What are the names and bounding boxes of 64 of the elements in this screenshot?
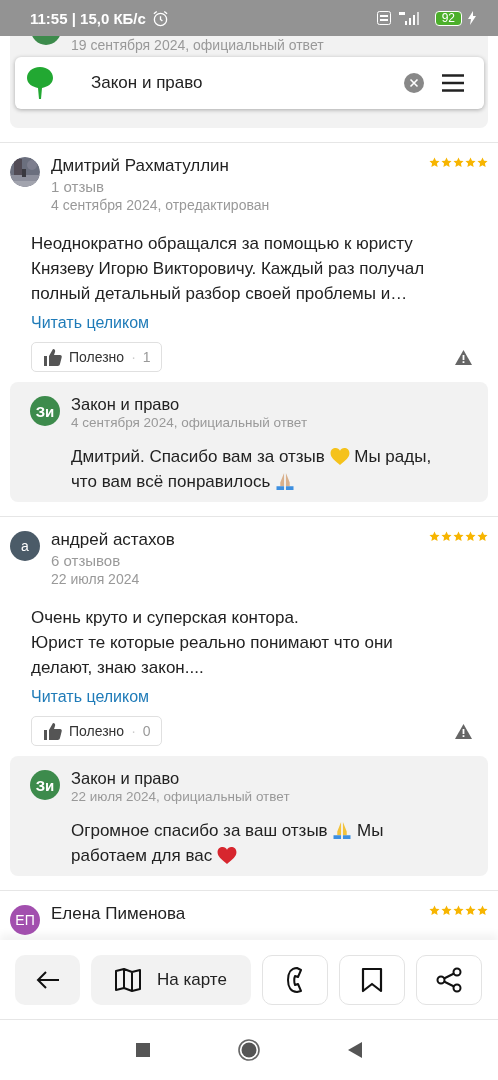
thumbs-up-icon bbox=[44, 722, 62, 740]
charging-icon bbox=[468, 11, 476, 25]
helpful-button[interactable]: Полезно · 1 bbox=[31, 342, 162, 372]
reply-text: Огромное спасибо за ваш отзыв Мы работаем для вас bbox=[71, 820, 385, 867]
star-icon bbox=[453, 531, 464, 542]
avatar: ЕП bbox=[10, 905, 40, 935]
home-icon[interactable] bbox=[238, 1039, 260, 1061]
avatar: Зи bbox=[30, 396, 60, 426]
star-icon bbox=[441, 531, 452, 542]
business-name: Закон и право bbox=[71, 768, 181, 788]
author-name[interactable]: Елена Пименова bbox=[51, 903, 418, 925]
review-count: 1 отзыв bbox=[51, 177, 106, 196]
alarm-icon bbox=[151, 9, 169, 27]
star-icon bbox=[429, 157, 440, 168]
star-icon bbox=[441, 157, 452, 168]
bookmark-button[interactable] bbox=[339, 954, 405, 1005]
clear-icon[interactable] bbox=[404, 73, 424, 93]
search-bar[interactable]: Закон и право bbox=[15, 57, 484, 109]
star-icon bbox=[465, 905, 476, 916]
author-name[interactable]: Дмитрий Рахматуллин bbox=[51, 155, 418, 177]
star-icon bbox=[477, 157, 488, 168]
warning-icon[interactable] bbox=[455, 723, 472, 739]
read-more-link[interactable]: Читать целиком bbox=[31, 688, 150, 706]
search-field[interactable]: Закон и право bbox=[91, 73, 386, 93]
star-icon bbox=[465, 157, 476, 168]
map-button[interactable]: На карте bbox=[91, 954, 251, 1005]
status-time: 11:55 | 15,0 КБ/с bbox=[30, 9, 146, 27]
review-text: Очень круто и суперская контора. Юрист те которые реально понимают что они делают, знаю закон.... bbox=[31, 607, 394, 679]
share-icon bbox=[436, 966, 462, 993]
read-more-link[interactable]: Читать целиком bbox=[31, 314, 150, 332]
star-icon bbox=[429, 905, 440, 916]
back-icon[interactable] bbox=[348, 1042, 362, 1058]
avatar: а bbox=[10, 531, 40, 561]
reply-text: Дмитрий. Спасибо вам за отзыв Мы рады, что вам всё понравилось bbox=[71, 446, 433, 493]
bookmark-icon bbox=[361, 966, 383, 993]
star-icon bbox=[453, 157, 464, 168]
helpful-button[interactable]: Полезно · 0 bbox=[31, 716, 162, 746]
back-button[interactable] bbox=[15, 954, 80, 1005]
thumbs-up-icon bbox=[44, 348, 62, 366]
warning-icon[interactable] bbox=[455, 349, 472, 365]
map-icon bbox=[115, 967, 142, 992]
share-button[interactable] bbox=[416, 954, 482, 1005]
star-icon bbox=[441, 905, 452, 916]
review-text: Неоднократно обращался за помощью к юристу Князеву Игорю Викторовичу. Каждый раз получал полный детальный разбор своей проблемы и… bbox=[31, 233, 426, 305]
menu-icon[interactable] bbox=[442, 74, 464, 92]
avatar: Зи bbox=[30, 770, 60, 800]
back-arrow-icon bbox=[35, 969, 60, 990]
reply-date: 19 сентября 2024, официальный ответ bbox=[71, 37, 324, 53]
star-icon bbox=[429, 531, 440, 542]
star-icon bbox=[477, 531, 488, 542]
reply-date: 4 сентября 2024, официальный ответ bbox=[71, 414, 309, 432]
star-icon bbox=[453, 905, 464, 916]
battery-level: 92 bbox=[434, 10, 462, 26]
star-icon bbox=[477, 905, 488, 916]
star-icon bbox=[465, 531, 476, 542]
phone-icon bbox=[286, 965, 304, 994]
review-count: 6 отзывов bbox=[51, 551, 122, 570]
review-date: 22 июля 2024 bbox=[51, 570, 141, 589]
reply-date: 22 июля 2024, официальный ответ bbox=[71, 788, 291, 806]
pin-logo-icon bbox=[27, 67, 53, 99]
phone-button[interactable] bbox=[262, 954, 328, 1005]
business-name: Закон и право bbox=[71, 394, 181, 414]
author-name[interactable]: андрей астахов bbox=[51, 529, 418, 551]
review-date: 4 сентября 2024, отредактирован bbox=[51, 196, 271, 215]
